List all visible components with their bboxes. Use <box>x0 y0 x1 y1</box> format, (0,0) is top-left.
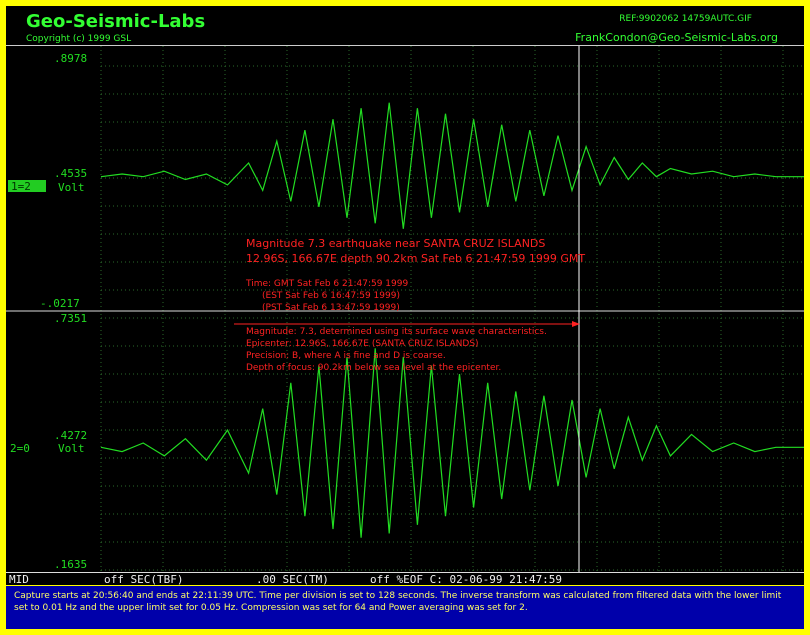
event-annotation: Magnitude 7.3 earthquake near SANTA CRUZ… <box>245 237 585 373</box>
seismograph-plot: .8978 .4535 Volt 1=2 -.0217 .7351 .4272 … <box>6 46 804 572</box>
ch1-mid-label: .4535 <box>54 167 87 180</box>
detail-precision: Precision: B, where A is fine and D is c… <box>246 351 446 361</box>
copyright: Copyright (c) 1999 GSL <box>26 34 132 44</box>
headline-2: 12.96S, 166.67E depth 90.2km Sat Feb 6 2… <box>246 252 585 265</box>
channel-2-trace <box>100 348 804 538</box>
ch2-top-label: .7351 <box>54 312 87 325</box>
ch1-unit: Volt <box>58 181 85 194</box>
ch1-bottom-label: -.0217 <box>40 297 80 310</box>
contact-email[interactable]: FrankCondon@Geo-Seismic-Labs.org <box>575 31 778 44</box>
image-reference: REF:9902062 14759AUTC.GIF <box>619 14 752 24</box>
channel-1-trace <box>100 102 804 229</box>
status-bar: MID off SEC(TBF) .00 SEC(TM) off %EOF C:… <box>6 572 804 586</box>
time-gmt: Time: GMT Sat Feb 6 21:47:59 1999 <box>245 279 408 289</box>
status-mode: MID <box>9 573 29 586</box>
channel-2-labels: .7351 .4272 2=0 Volt .1635 <box>10 312 87 571</box>
status-tbf: off SEC(TBF) <box>104 573 184 586</box>
ch2-unit: Volt <box>58 442 85 455</box>
ch1-top-label: .8978 <box>54 52 87 65</box>
grid <box>100 46 804 572</box>
brand-title: Geo-Seismic-Labs <box>26 11 206 32</box>
header: Geo-Seismic-Labs Copyright (c) 1999 GSL … <box>6 6 804 46</box>
channel-1-labels: .8978 .4535 Volt 1=2 -.0217 <box>8 52 87 310</box>
detail-depth: Depth of focus: 90.2km below sea level a… <box>246 363 501 373</box>
time-est: (EST Sat Feb 6 16:47:59 1999) <box>262 291 400 301</box>
detail-epicenter: Epicenter: 12.96S, 166.67E (SANTA CRUZ I… <box>246 339 479 349</box>
time-pst: (PST Sat Feb 6 13:47:59 1999) <box>262 303 400 313</box>
seismograph-window: Geo-Seismic-Labs Copyright (c) 1999 GSL … <box>0 0 810 635</box>
capture-footer: Capture starts at 20:56:40 and ends at 2… <box>6 586 804 629</box>
status-tm: .00 SEC(TM) <box>256 573 329 586</box>
detail-magnitude: Magnitude: 7.3, determined using its sur… <box>246 327 547 337</box>
chart-svg: .8978 .4535 Volt 1=2 -.0217 .7351 .4272 … <box>6 46 804 572</box>
footer-text: Capture starts at 20:56:40 and ends at 2… <box>14 591 782 613</box>
status-eof: off %EOF C: 02-06-99 21:47:59 <box>370 573 563 586</box>
headline-1: Magnitude 7.3 earthquake near SANTA CRUZ… <box>246 237 545 250</box>
ch2-mid-label: .4272 <box>54 429 87 442</box>
ch2-tag[interactable]: 2=0 <box>10 442 30 455</box>
ch2-bottom-label: .1635 <box>54 558 87 571</box>
ch1-tag[interactable]: 1=2 <box>11 180 31 193</box>
